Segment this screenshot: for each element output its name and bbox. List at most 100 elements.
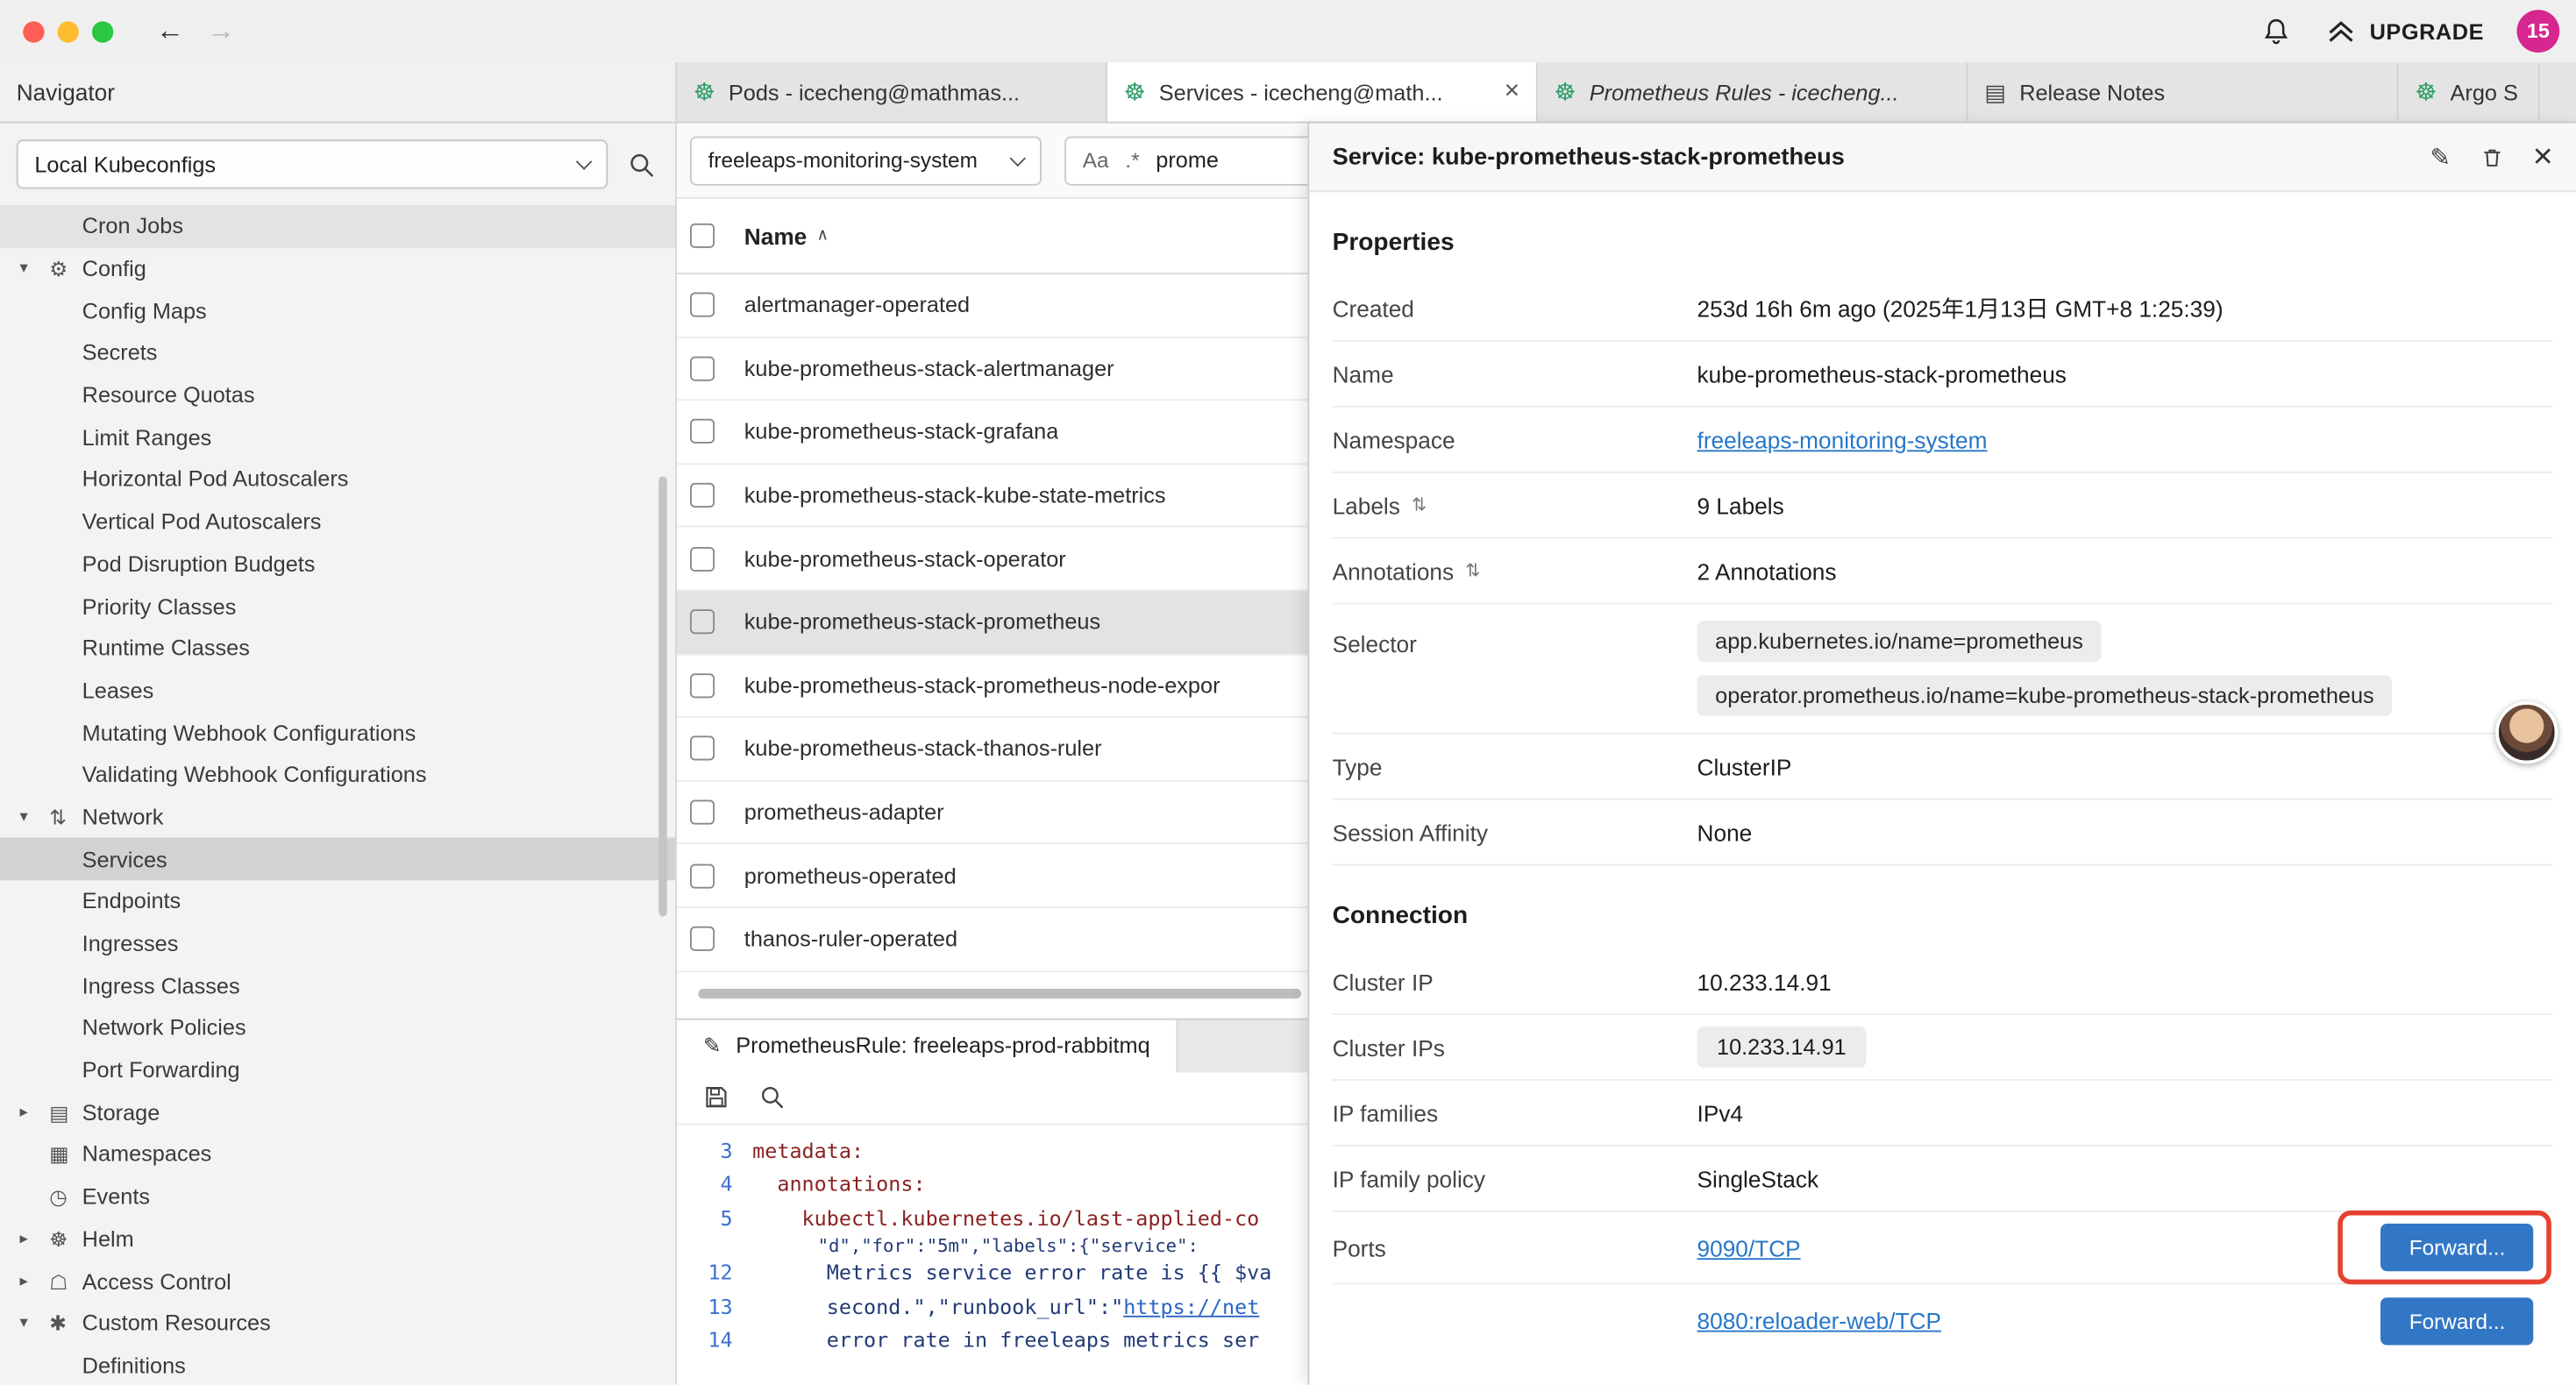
- back-icon[interactable]: ←: [156, 15, 184, 47]
- row-checkbox[interactable]: [690, 863, 715, 888]
- sidebar-item[interactable]: ▾ ⚙ Config: [0, 247, 675, 289]
- row-checkbox[interactable]: [690, 356, 715, 380]
- forward-button[interactable]: Forward...: [2381, 1224, 2533, 1271]
- tree-chevron-icon[interactable]: ▸: [19, 1104, 49, 1122]
- row-checkbox[interactable]: [690, 673, 715, 698]
- name-column-header[interactable]: Name: [744, 223, 807, 249]
- sidebar-item[interactable]: Secrets: [0, 332, 675, 374]
- property-label: Namespace: [1333, 426, 1455, 452]
- sidebar-item[interactable]: Leases: [0, 670, 675, 712]
- select-all-checkbox[interactable]: [690, 224, 715, 248]
- service-name: kube-prometheus-stack-alertmanager: [744, 356, 1114, 380]
- editor-tab[interactable]: ▤ Release Notes: [1968, 62, 2399, 121]
- sidebar-item[interactable]: Pod Disruption Budgets: [0, 543, 675, 585]
- sidebar-item[interactable]: ◷ Events: [0, 1175, 675, 1218]
- row-checkbox[interactable]: [690, 800, 715, 825]
- namespace-selector-value: freeleaps-monitoring-system: [708, 148, 978, 173]
- sidebar-item[interactable]: Services: [0, 838, 675, 880]
- editor-tab[interactable]: ☸ Services - icecheng@math... ×: [1107, 62, 1538, 121]
- row-checkbox[interactable]: [690, 293, 715, 317]
- upgrade-button[interactable]: UPGRADE: [2325, 15, 2484, 47]
- kubeconfig-selector[interactable]: Local Kubeconfigs: [17, 139, 608, 188]
- drawer-title: Service: kube-prometheus-stack-prometheu…: [1333, 144, 1845, 170]
- tree-chevron-icon[interactable]: ▾: [19, 1314, 49, 1332]
- editor-tab[interactable]: ☸ Argo S: [2399, 62, 2540, 121]
- close-tab-icon[interactable]: ×: [1505, 77, 1520, 107]
- regex-toggle[interactable]: .*: [1125, 148, 1139, 173]
- sidebar-item[interactable]: Config Maps: [0, 289, 675, 331]
- sidebar-scrollbar[interactable]: [658, 476, 666, 916]
- sidebar-item[interactable]: Vertical Pod Autoscalers: [0, 501, 675, 543]
- notification-bell-icon[interactable]: [2261, 16, 2293, 47]
- expand-sort-icon[interactable]: ⇅: [1465, 560, 1480, 581]
- dock-tab-prometheusrule[interactable]: ✎ PrometheusRule: freeleaps-prod-rabbitm…: [677, 1019, 1178, 1072]
- sidebar-item[interactable]: ▾ ✱ Custom Resources: [0, 1303, 675, 1345]
- sidebar-item[interactable]: Cron Jobs: [0, 205, 675, 247]
- notification-count-badge[interactable]: 15: [2517, 10, 2560, 53]
- minimize-window-button[interactable]: [58, 20, 79, 41]
- expand-sort-icon[interactable]: ⇅: [1412, 494, 1427, 515]
- row-checkbox[interactable]: [690, 546, 715, 571]
- row-checkbox[interactable]: [690, 483, 715, 508]
- sidebar-item[interactable]: Ingresses: [0, 922, 675, 964]
- line-number: [677, 1235, 752, 1256]
- maximize-window-button[interactable]: [92, 20, 113, 41]
- sidebar-item[interactable]: ▸ ▤ Storage: [0, 1091, 675, 1133]
- sidebar-item[interactable]: ▸ ☖ Access Control: [0, 1260, 675, 1302]
- user-avatar[interactable]: [2495, 701, 2558, 764]
- sidebar-item-label: Horizontal Pod Autoscalers: [82, 467, 349, 492]
- editor-search-icon[interactable]: [759, 1084, 786, 1111]
- sidebar-item[interactable]: Priority Classes: [0, 585, 675, 627]
- service-name: kube-prometheus-stack-prometheus-node-ex…: [744, 673, 1220, 698]
- sidebar-item[interactable]: Limit Ranges: [0, 416, 675, 458]
- service-name: kube-prometheus-stack-kube-state-metrics: [744, 483, 1166, 508]
- close-drawer-icon[interactable]: ×: [2533, 139, 2553, 174]
- sidebar-item[interactable]: Definitions: [0, 1345, 675, 1385]
- namespace-link[interactable]: freeleaps-monitoring-system: [1697, 426, 1988, 452]
- forward-icon[interactable]: →: [207, 15, 235, 47]
- sidebar-item[interactable]: Ingress Classes: [0, 965, 675, 1007]
- sidebar-item[interactable]: Validating Webhook Configurations: [0, 754, 675, 796]
- sidebar-item[interactable]: ▾ ⇅ Network: [0, 796, 675, 838]
- property-label: Type: [1333, 753, 1383, 779]
- forward-button[interactable]: Forward...: [2381, 1296, 2533, 1344]
- sidebar-item-label: Leases: [82, 678, 154, 703]
- match-case-toggle[interactable]: Aa: [1083, 148, 1109, 173]
- sort-ascending-icon[interactable]: ∧: [816, 227, 829, 245]
- row-checkbox[interactable]: [690, 420, 715, 444]
- property-label: IP families: [1333, 1099, 1439, 1126]
- row-checkbox[interactable]: [690, 927, 715, 951]
- property-label: Name: [1333, 360, 1394, 387]
- save-icon[interactable]: [703, 1084, 729, 1111]
- horizontal-scrollbar[interactable]: [698, 988, 1301, 998]
- sidebar-search-icon[interactable]: [628, 150, 656, 178]
- close-window-button[interactable]: [23, 20, 44, 41]
- sidebar-item[interactable]: Resource Quotas: [0, 374, 675, 416]
- tree-chevron-icon[interactable]: ▸: [19, 1272, 49, 1290]
- sidebar-item[interactable]: Runtime Classes: [0, 628, 675, 670]
- editor-tab[interactable]: ☸ Pods - icecheng@mathmas...: [677, 62, 1107, 121]
- namespace-selector[interactable]: freeleaps-monitoring-system: [690, 136, 1042, 185]
- sidebar-item[interactable]: Horizontal Pod Autoscalers: [0, 458, 675, 501]
- sidebar-item[interactable]: Network Policies: [0, 1007, 675, 1049]
- drawer-header: Service: kube-prometheus-stack-prometheu…: [1309, 124, 2576, 193]
- row-checkbox[interactable]: [690, 610, 715, 635]
- upgrade-chevrons-icon: [2325, 15, 2358, 47]
- sidebar-item[interactable]: ▦ Namespaces: [0, 1133, 675, 1175]
- tree-chevron-icon[interactable]: ▸: [19, 1230, 49, 1248]
- row-checkbox[interactable]: [690, 736, 715, 761]
- edit-pencil-icon[interactable]: ✎: [2430, 142, 2451, 172]
- sidebar-item[interactable]: Port Forwarding: [0, 1049, 675, 1091]
- sidebar-item[interactable]: Mutating Webhook Configurations: [0, 712, 675, 754]
- tree-chevron-icon[interactable]: ▾: [19, 808, 49, 827]
- titlebar: ← → UPGRADE 15: [0, 0, 2576, 62]
- sidebar-item-label: Custom Resources: [82, 1311, 271, 1336]
- editor-tab[interactable]: ☸ Prometheus Rules - icecheng...: [1538, 62, 1968, 121]
- tree-chevron-icon[interactable]: ▾: [19, 259, 49, 278]
- sidebar-item[interactable]: ▸ ☸ Helm: [0, 1218, 675, 1260]
- port-link[interactable]: 9090/TCP: [1697, 1234, 1801, 1261]
- port-link[interactable]: 8080:reloader-web/TCP: [1697, 1307, 1942, 1333]
- ports-row: Ports 9090/TCP Forward...: [1333, 1212, 2553, 1284]
- delete-trash-icon[interactable]: [2479, 144, 2505, 170]
- sidebar-item[interactable]: Endpoints: [0, 880, 675, 922]
